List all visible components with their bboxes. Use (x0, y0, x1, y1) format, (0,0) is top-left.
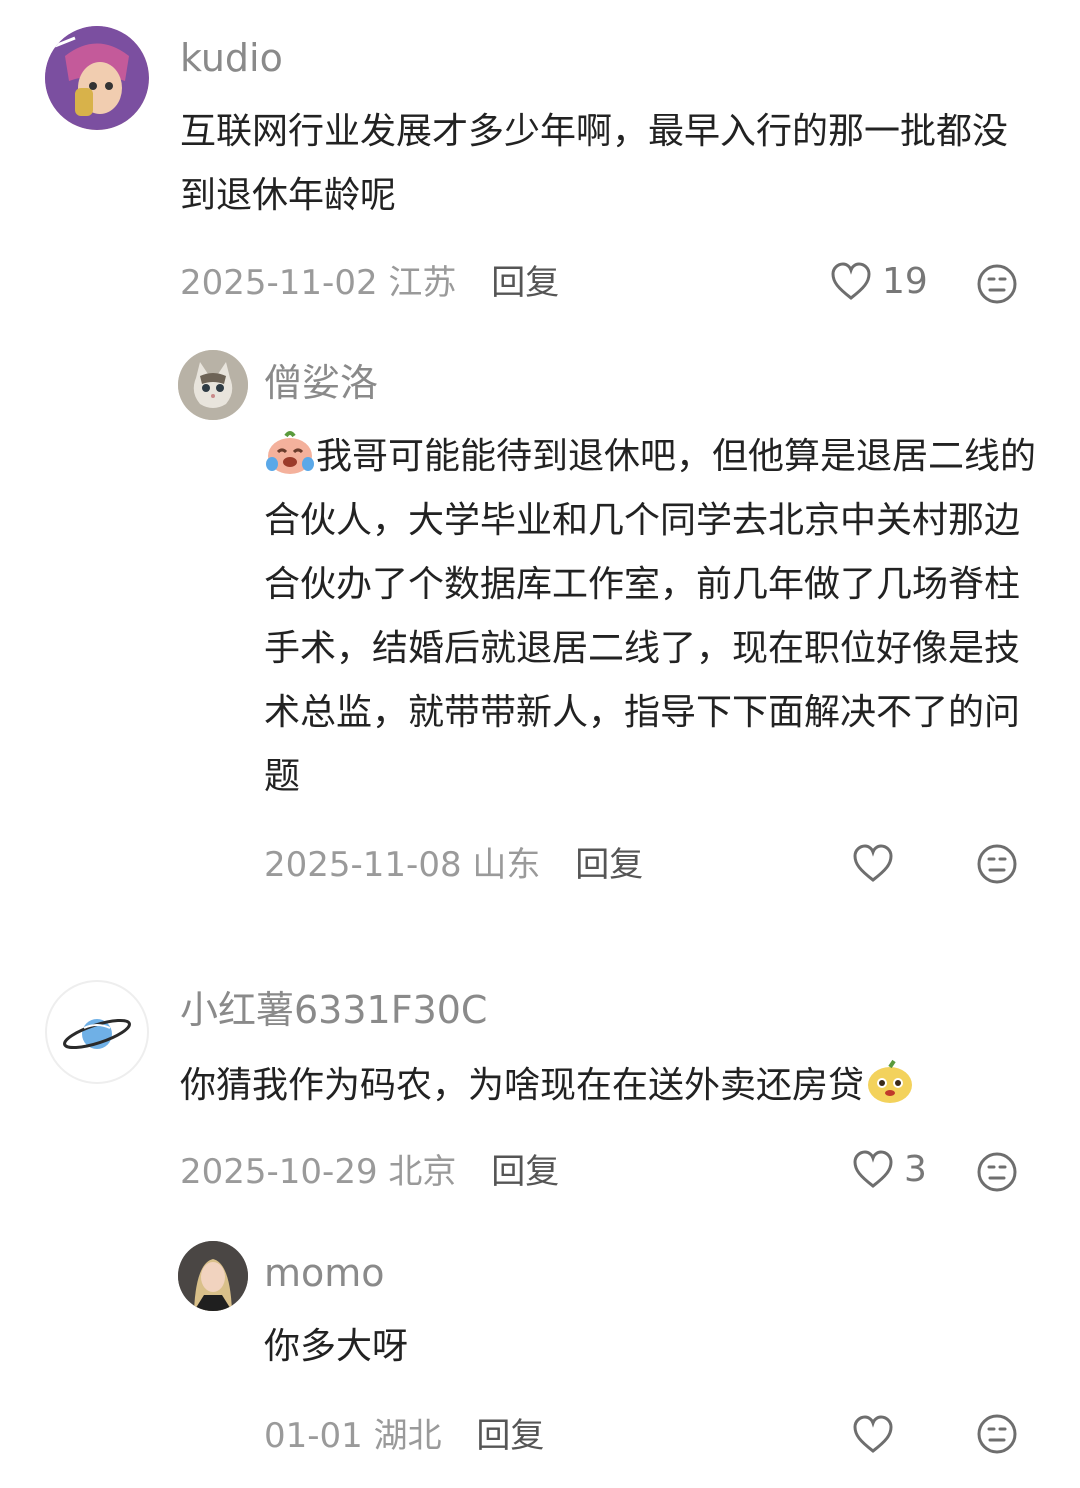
comment-location: 江苏 (388, 263, 457, 303)
comment-date: 2025-11-08 (264, 845, 462, 885)
like-button[interactable] (852, 1415, 904, 1455)
username[interactable]: kudio (180, 36, 283, 80)
username[interactable]: 小红薯6331F30C (180, 988, 487, 1032)
heart-icon (853, 1150, 893, 1188)
username[interactable]: 僧娑洛 (264, 361, 378, 405)
reply-button[interactable]: 回复 (491, 1152, 559, 1192)
comment-date: 01-01 (264, 1416, 363, 1456)
emoji-reaction-icon[interactable] (976, 843, 1018, 885)
username[interactable]: momo (264, 1251, 385, 1295)
avatar[interactable] (45, 26, 149, 130)
comment-location: 湖北 (373, 1416, 442, 1456)
emoji-reaction-icon[interactable] (976, 1151, 1018, 1193)
dog-face-emoji-icon (868, 1059, 913, 1103)
comment-meta: 2025-11-02 江苏 回复 (180, 263, 559, 303)
heart-icon (853, 1415, 893, 1453)
emoji-reaction-icon[interactable] (976, 263, 1018, 305)
comment-text: 我哥可能能待到退休吧，但他算是退居二线的合伙人，大学毕业和几个同学去北京中关村那… (264, 425, 1044, 809)
like-count: 19 (882, 261, 928, 302)
comment-meta: 2025-10-29 北京 回复 (180, 1152, 559, 1192)
crying-laugh-emoji-icon (266, 431, 314, 474)
reply-button[interactable]: 回复 (575, 845, 643, 885)
comment-meta: 01-01 湖北 回复 (264, 1416, 544, 1456)
comment-text-body: 我哥可能能待到退休吧，但他算是退居二线的合伙人，大学毕业和几个同学去北京中关村那… (264, 436, 1037, 797)
avatar[interactable] (45, 980, 149, 1084)
comment-text: 互联网行业发展才多少年啊，最早入行的那一批都没到退休年龄呢 (180, 111, 1009, 216)
comment-date: 2025-10-29 (180, 1152, 378, 1192)
comment-meta: 2025-11-08 山东 回复 (264, 845, 643, 885)
avatar[interactable] (178, 350, 248, 420)
anime-character-avatar-icon (45, 26, 149, 130)
emoji-reaction-icon[interactable] (976, 1413, 1018, 1455)
reply-comment-item: 僧娑洛 我哥可能能待到退休吧，但他算是退居二线的合伙人，大学毕业和几个同学去北京… (0, 330, 1080, 910)
comment-location: 北京 (388, 1152, 457, 1192)
heart-icon (853, 844, 893, 882)
comment-location: 山东 (472, 845, 541, 885)
comment-item: 小红薯6331F30C 你猜我作为码农，为啥现在在送外卖还房贷 2025-10-… (0, 970, 1080, 1220)
reply-comment-item: momo 你多大呀 01-01 湖北 回复 (0, 1235, 1080, 1488)
comment-text-body: 你猜我作为码农，为啥现在在送外卖还房贷 (180, 1065, 865, 1106)
comment-item: kudio 互联网行业发展才多少年啊，最早入行的那一批都没到退休年龄呢 2025… (0, 0, 1080, 320)
avatar[interactable] (178, 1241, 248, 1311)
like-button[interactable]: 19 (830, 262, 928, 302)
comment-text: 你猜我作为码农，为啥现在在送外卖还房贷 (180, 1054, 1060, 1118)
reply-button[interactable]: 回复 (491, 263, 559, 303)
heart-icon (831, 262, 871, 300)
like-button[interactable]: 3 (852, 1150, 927, 1190)
reply-button[interactable]: 回复 (476, 1416, 544, 1456)
person-photo-avatar-icon (178, 1241, 248, 1311)
comment-text: 你多大呀 (264, 1326, 409, 1367)
like-count: 3 (904, 1149, 927, 1190)
like-button[interactable] (852, 844, 904, 884)
kitten-avatar-icon (178, 350, 248, 420)
planet-avatar-icon (63, 1018, 131, 1050)
comment-date: 2025-11-02 (180, 263, 378, 303)
